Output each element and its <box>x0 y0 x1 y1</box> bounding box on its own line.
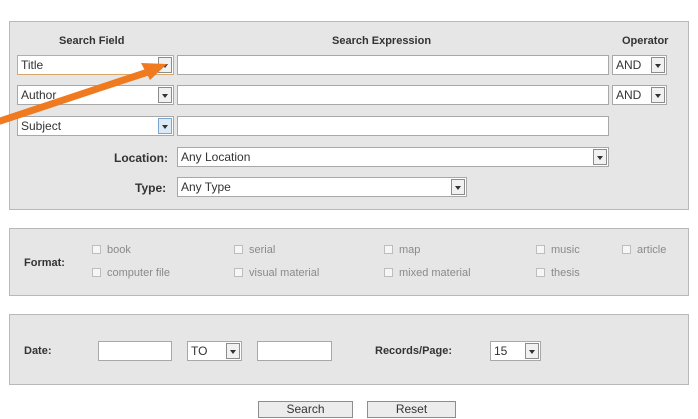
search-field-select-2[interactable]: Author <box>17 85 174 105</box>
search-expression-input-2[interactable] <box>177 85 609 105</box>
date-range-operator-value: TO <box>191 344 208 358</box>
format-checkbox-book[interactable]: book <box>92 244 131 256</box>
chevron-down-icon[interactable] <box>651 87 665 103</box>
format-option-label: visual material <box>249 267 320 279</box>
chevron-down-icon[interactable] <box>525 343 539 359</box>
date-to-input[interactable] <box>257 341 332 361</box>
operator-select-2[interactable]: AND <box>612 85 667 105</box>
search-field-select-1-value: Title <box>21 58 44 72</box>
format-option-label: thesis <box>551 267 580 279</box>
format-checkbox-thesis[interactable]: thesis <box>536 267 580 279</box>
location-select-value: Any Location <box>181 150 251 164</box>
format-option-label: computer file <box>107 267 170 279</box>
date-panel: Date: TO Records/Page: 15 <box>9 314 689 385</box>
search-expression-input-3[interactable] <box>177 116 609 136</box>
search-field-header: Search Field <box>59 35 125 47</box>
search-field-select-3-value: Subject <box>21 119 62 133</box>
checkbox-icon[interactable] <box>536 245 545 254</box>
search-button[interactable]: Search <box>258 401 353 418</box>
records-per-page-label: Records/Page: <box>375 345 453 357</box>
format-option-label: music <box>551 244 580 256</box>
checkbox-icon[interactable] <box>234 268 243 277</box>
type-select-value: Any Type <box>181 180 231 194</box>
format-option-label: serial <box>249 244 276 256</box>
format-checkbox-article[interactable]: article <box>622 244 666 256</box>
search-field-select-3[interactable]: Subject <box>17 116 174 136</box>
location-select[interactable]: Any Location <box>177 147 609 167</box>
chevron-down-icon[interactable] <box>158 118 172 134</box>
operator-header: Operator <box>622 35 669 47</box>
type-label: Type: <box>135 181 167 195</box>
checkbox-icon[interactable] <box>384 245 393 254</box>
format-checkbox-computer-file[interactable]: computer file <box>92 267 170 279</box>
format-checkbox-map[interactable]: map <box>384 244 420 256</box>
records-per-page-select[interactable]: 15 <box>490 341 541 361</box>
format-panel: Format: book serial map music article co… <box>9 228 689 296</box>
checkbox-icon[interactable] <box>92 245 101 254</box>
chevron-down-icon[interactable] <box>158 57 172 73</box>
format-checkbox-visual-material[interactable]: visual material <box>234 267 319 279</box>
checkbox-icon[interactable] <box>536 268 545 277</box>
checkbox-icon[interactable] <box>92 268 101 277</box>
format-checkbox-music[interactable]: music <box>536 244 580 256</box>
records-per-page-value: 15 <box>494 344 508 358</box>
checkbox-icon[interactable] <box>622 245 631 254</box>
operator-select-1-value: AND <box>616 58 642 72</box>
location-label: Location: <box>114 151 168 165</box>
operator-select-1[interactable]: AND <box>612 55 667 75</box>
search-expression-input-1[interactable] <box>177 55 609 75</box>
search-expression-header: Search Expression <box>332 35 432 47</box>
search-field-select-1[interactable]: Title <box>17 55 174 75</box>
date-label: Date: <box>24 345 52 357</box>
search-field-select-2-value: Author <box>21 88 57 102</box>
format-checkbox-mixed-material[interactable]: mixed material <box>384 267 471 279</box>
date-from-input[interactable] <box>98 341 172 361</box>
chevron-down-icon[interactable] <box>451 179 465 195</box>
format-option-label: book <box>107 244 131 256</box>
type-select[interactable]: Any Type <box>177 177 467 197</box>
format-option-label: mixed material <box>399 267 471 279</box>
date-range-operator-select[interactable]: TO <box>187 341 242 361</box>
format-label: Format: <box>24 257 65 269</box>
chevron-down-icon[interactable] <box>651 57 665 73</box>
checkbox-icon[interactable] <box>384 268 393 277</box>
reset-button[interactable]: Reset <box>367 401 456 418</box>
operator-select-2-value: AND <box>616 88 642 102</box>
chevron-down-icon[interactable] <box>593 149 607 165</box>
search-criteria-panel: Search Field Search Expression Operator … <box>9 21 689 210</box>
chevron-down-icon[interactable] <box>158 87 172 103</box>
chevron-down-icon[interactable] <box>226 343 240 359</box>
format-option-label: map <box>399 244 421 256</box>
format-checkbox-serial[interactable]: serial <box>234 244 275 256</box>
checkbox-icon[interactable] <box>234 245 243 254</box>
format-option-label: article <box>637 244 667 256</box>
